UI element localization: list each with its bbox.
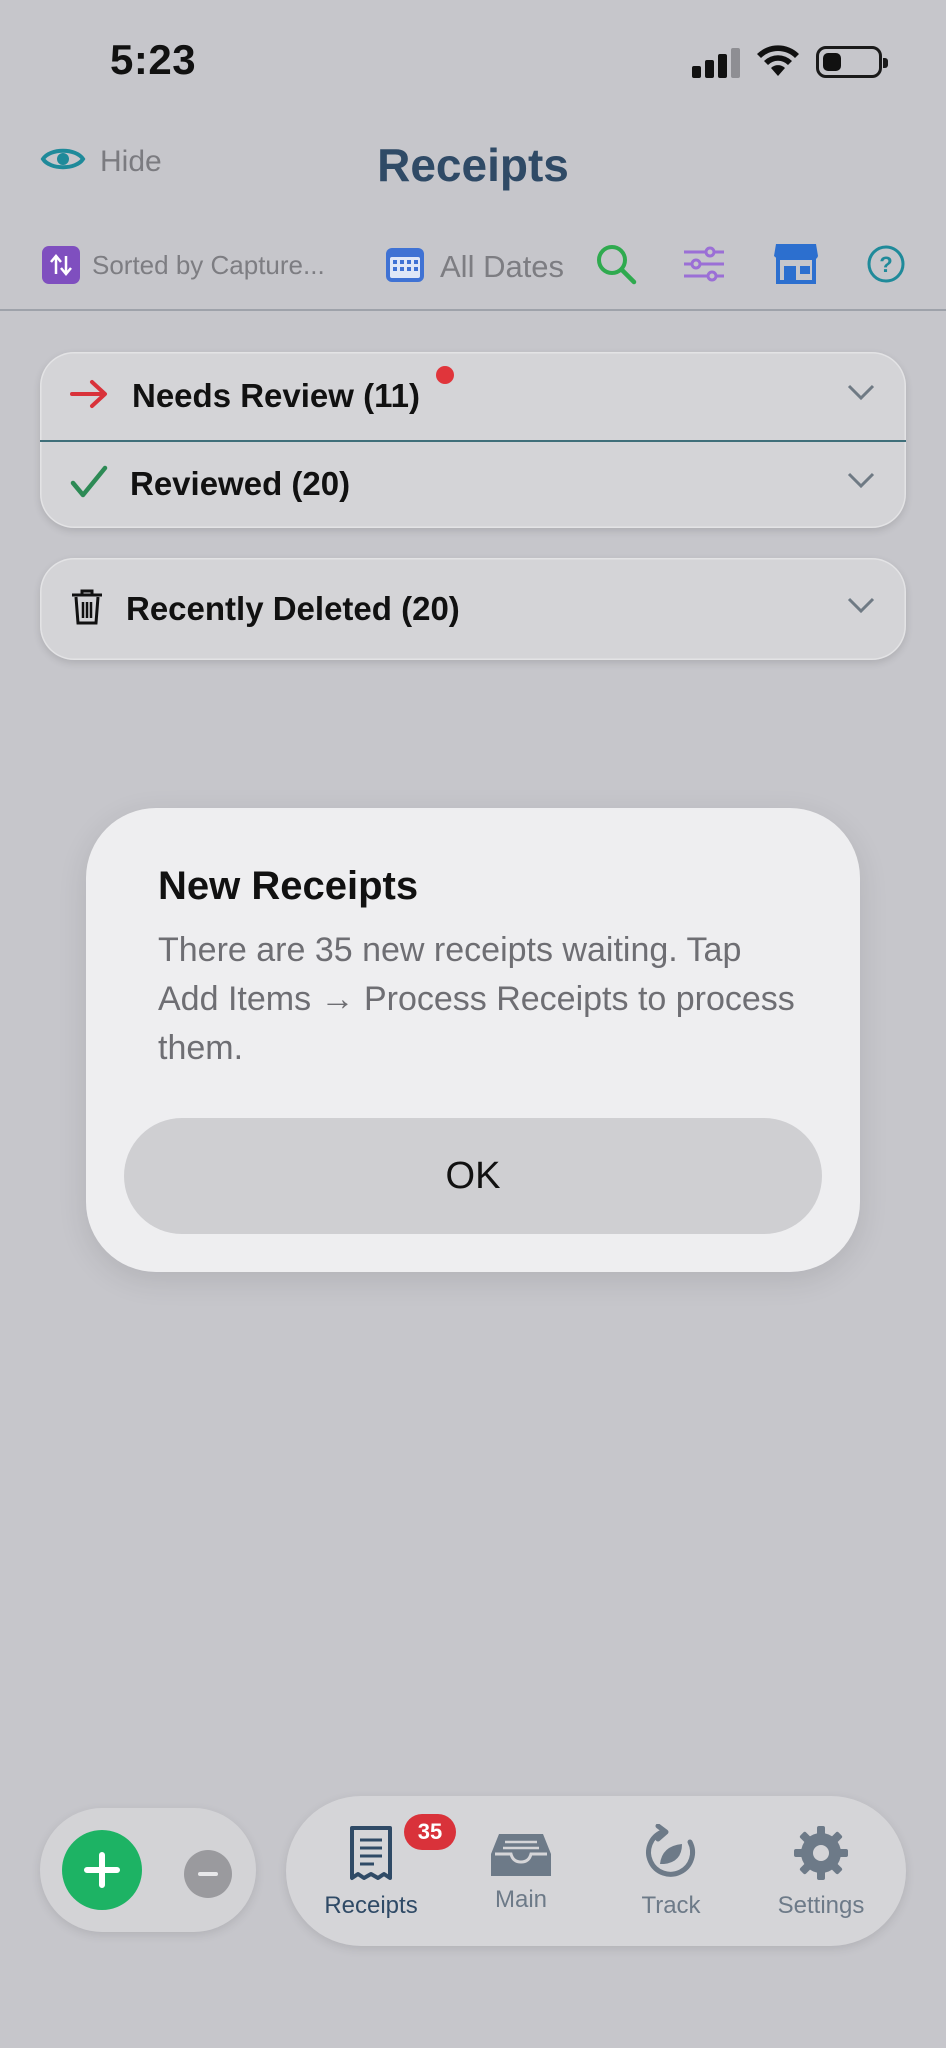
page-title: Receipts <box>377 139 569 191</box>
tab-receipts[interactable]: 35 Receipts <box>296 1796 456 1946</box>
checkmark-icon <box>70 465 108 504</box>
remove-button[interactable] <box>184 1850 232 1898</box>
svg-text:?: ? <box>879 252 892 277</box>
tab-settings-label: Settings <box>777 1892 865 1919</box>
chevron-down-icon <box>846 470 876 495</box>
arrow-right-icon <box>70 378 110 415</box>
recently-deleted-label: Recently Deleted (20) <box>126 590 460 627</box>
recently-deleted-section[interactable]: Recently Deleted (20) <box>40 558 906 660</box>
wifi-icon <box>756 44 800 83</box>
tab-settings[interactable]: Settings <box>746 1796 896 1946</box>
needs-review-label: Needs Review (11) <box>132 377 420 414</box>
status-time: 5:23 <box>110 36 197 83</box>
tab-receipts-label: Receipts <box>324 1892 418 1919</box>
new-receipts-alert: New Receipts There are 35 new receipts w… <box>86 808 860 1272</box>
alert-title: New Receipts <box>158 864 419 908</box>
dates-label: All Dates <box>440 248 565 284</box>
ok-button[interactable]: OK <box>124 1118 822 1234</box>
plus-icon <box>84 1852 120 1888</box>
filter-sliders-icon[interactable] <box>682 242 726 291</box>
trash-icon <box>70 588 104 631</box>
reviewed-label: Reviewed (20) <box>130 465 351 502</box>
sort-button[interactable]: Sorted by Capture... <box>42 246 325 284</box>
alert-message: There are 35 new receipts waiting. Tap A… <box>158 931 795 1067</box>
tab-bar: 35 Receipts Main Track Settings <box>286 1796 906 1946</box>
review-sections: Needs Review (11) Reviewed (20) <box>40 352 906 528</box>
cellular-signal-icon <box>692 48 740 78</box>
inbox-tray-icon <box>491 1834 551 1876</box>
reviewed-row[interactable]: Reviewed (20) <box>40 440 906 528</box>
date-filter-button[interactable]: All Dates <box>384 244 564 289</box>
tab-track[interactable]: Track <box>596 1796 746 1946</box>
store-icon[interactable] <box>772 238 820 291</box>
battery-icon <box>816 46 888 78</box>
track-cycle-icon <box>646 1824 696 1877</box>
calendar-icon <box>384 244 426 289</box>
chevron-down-icon <box>846 382 876 407</box>
gear-icon <box>794 1826 848 1880</box>
add-button[interactable] <box>62 1830 142 1910</box>
tab-main-label: Main <box>494 1886 548 1913</box>
receipt-icon <box>350 1826 392 1880</box>
tab-main[interactable]: Main <box>446 1796 596 1946</box>
needs-review-row[interactable]: Needs Review (11) <box>40 352 906 440</box>
minus-icon <box>198 1872 218 1876</box>
recently-deleted-row[interactable]: Recently Deleted (20) <box>40 565 906 653</box>
notification-dot <box>436 366 454 384</box>
add-remove-control <box>40 1808 256 1932</box>
chevron-down-icon <box>846 595 876 620</box>
sort-icon <box>42 246 80 284</box>
toolbar-divider <box>0 309 946 311</box>
sort-label: Sorted by Capture... <box>92 249 325 280</box>
help-icon[interactable]: ? <box>866 244 906 289</box>
search-icon[interactable] <box>594 242 638 291</box>
tab-track-label: Track <box>641 1892 701 1919</box>
